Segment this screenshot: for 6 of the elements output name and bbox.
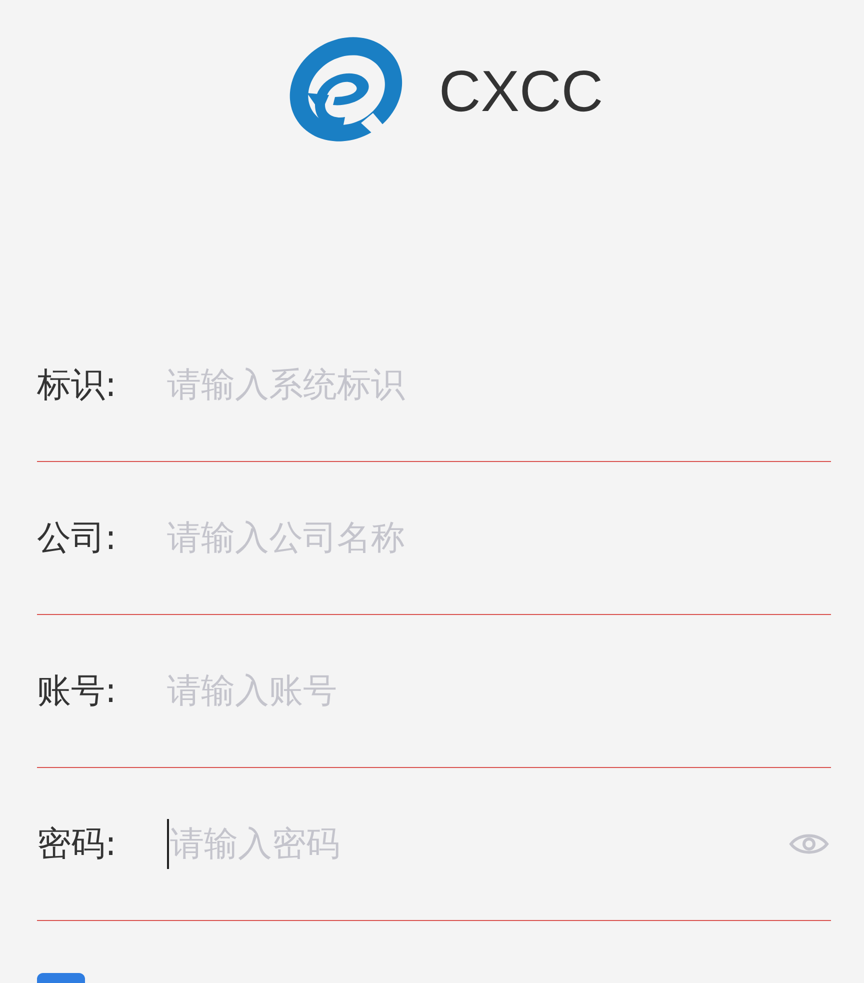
field-label: 公司:: [37, 517, 118, 560]
field-label: 密码:: [37, 823, 118, 866]
field-label: 标识:: [37, 364, 118, 407]
field-label: 账号:: [37, 670, 118, 713]
text-cursor: [167, 819, 169, 869]
logo-text: CXCC: [438, 58, 604, 124]
